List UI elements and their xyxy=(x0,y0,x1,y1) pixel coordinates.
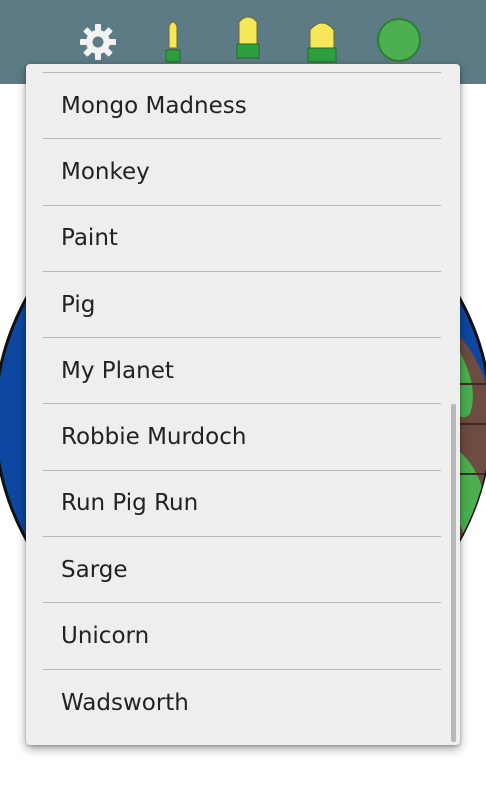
menu-item-robbie-murdoch[interactable]: Robbie Murdoch xyxy=(43,404,441,471)
color-swatch-icon[interactable] xyxy=(375,16,423,64)
menu-item-label: Wadsworth xyxy=(61,689,189,716)
menu-item-label: Mongo Madness xyxy=(61,92,247,119)
dropdown-list: Mongo Madness Monkey Paint Pig My Planet… xyxy=(26,73,460,736)
gear-icon[interactable] xyxy=(76,20,120,64)
menu-item-label: Monkey xyxy=(61,158,150,185)
menu-item-paint[interactable]: Paint xyxy=(43,206,441,272)
menu-item-wadsworth[interactable]: Wadsworth xyxy=(43,670,441,736)
thin-pen-icon[interactable] xyxy=(163,18,183,64)
menu-item-label: Unicorn xyxy=(61,623,150,650)
menu-item-monkey[interactable]: Monkey xyxy=(43,139,441,206)
menu-item-label: Pig xyxy=(61,291,96,318)
dropdown-scrollbar[interactable] xyxy=(451,404,456,742)
menu-item-unicorn[interactable]: Unicorn xyxy=(43,603,441,670)
menu-item-pig[interactable]: Pig xyxy=(43,272,441,339)
menu-item-label: Paint xyxy=(61,225,118,252)
menu-item-label: Sarge xyxy=(61,556,128,583)
menu-item-label: Run Pig Run xyxy=(61,490,199,517)
menu-item-my-planet[interactable]: My Planet xyxy=(43,338,441,405)
medium-pen-icon[interactable] xyxy=(234,14,262,60)
menu-item-label: My Planet xyxy=(61,357,174,384)
menu-item-run-pig-run[interactable]: Run Pig Run xyxy=(43,471,441,538)
menu-item-label: Robbie Murdoch xyxy=(61,424,247,451)
menu-item-mongo-madness[interactable]: Mongo Madness xyxy=(43,73,441,140)
menu-item-sarge[interactable]: Sarge xyxy=(43,537,441,604)
thick-pen-icon[interactable] xyxy=(306,18,338,64)
drawing-select-dropdown[interactable]: Mongo Madness Monkey Paint Pig My Planet… xyxy=(26,64,460,745)
